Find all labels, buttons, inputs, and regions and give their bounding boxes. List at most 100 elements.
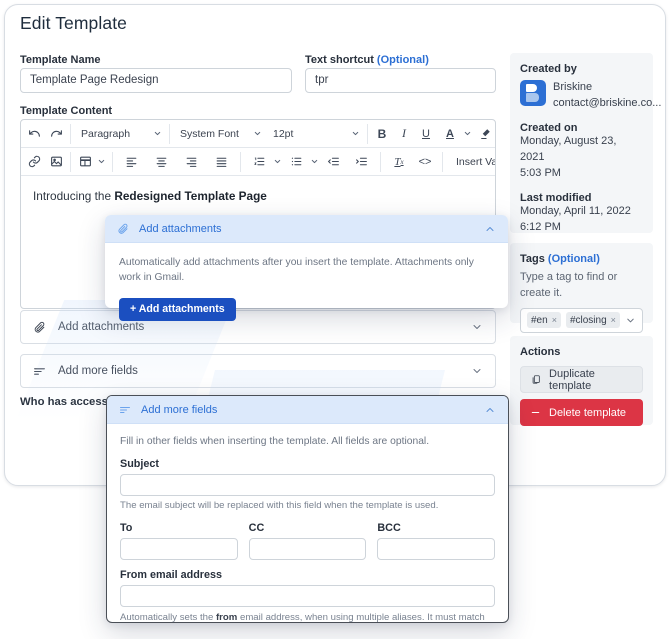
template-name-input[interactable]: Template Page Redesign (20, 68, 292, 93)
bcc-label: BCC (377, 522, 401, 535)
avatar (520, 80, 546, 106)
font-size-value: 12pt (273, 127, 294, 140)
add-attachments-popover-body: Automatically add attachments after you … (105, 243, 508, 335)
tags-label: Tags (Optional) (520, 253, 643, 265)
page-title: Edit Template (20, 13, 128, 33)
cc-input[interactable] (248, 538, 367, 561)
screenshot-root: Edit Template Template Name Template Pag… (0, 0, 670, 639)
from-email-input[interactable] (120, 585, 495, 608)
chevron-down-icon[interactable] (310, 157, 319, 166)
last-modified-label: Last modified (520, 191, 592, 204)
chevron-down-icon[interactable] (471, 365, 483, 377)
clear-format-icon[interactable]: Tx (388, 151, 410, 173)
sidebar-tags-panel: Tags (Optional) Type a tag to find or cr… (510, 243, 653, 333)
chevron-down-icon (154, 131, 161, 136)
who-has-access-label: Who has access: (20, 396, 112, 408)
tag-remove-icon[interactable]: × (552, 315, 557, 325)
redo-icon[interactable] (45, 123, 67, 145)
editor-paragraph: Introducing the Redesigned Template Page (33, 188, 483, 206)
tag-chip[interactable]: #closing × (565, 312, 620, 329)
add-attachments-popover-title: Add attachments (139, 222, 222, 235)
chevron-up-icon[interactable] (484, 223, 496, 235)
unordered-list-icon[interactable] (285, 151, 307, 173)
duplicate-template-button[interactable]: Duplicate template (520, 366, 643, 393)
tag-remove-icon[interactable]: × (611, 315, 616, 325)
editor-text-prefix: Introducing the (33, 189, 115, 203)
chevron-down-icon[interactable] (625, 315, 636, 326)
italic-button[interactable]: I (393, 123, 415, 145)
editor-text-bold: Redesigned Template Page (114, 189, 267, 203)
sidebar-meta-panel: Created by Briskine contact@briskine.co.… (510, 53, 662, 233)
chevron-down-icon (352, 131, 359, 136)
tags-label-text: Tags (520, 253, 545, 265)
to-input[interactable] (120, 538, 238, 561)
editor-toolbar-row-2: Tx <> Insert Variable (21, 148, 495, 176)
font-size-select[interactable]: 12pt (266, 123, 364, 145)
align-right-icon[interactable] (180, 151, 202, 173)
paperclip-icon (117, 223, 129, 235)
from-email-label: From email address (120, 569, 223, 582)
from-hint-part-1: Automatically sets the (120, 612, 216, 623)
minus-icon (531, 411, 540, 414)
chevron-down-icon (254, 131, 261, 136)
delete-template-button[interactable]: Delete template (520, 399, 643, 426)
font-family-select[interactable]: System Font (173, 123, 266, 145)
toolbar-divider (70, 151, 71, 172)
ordered-list-icon[interactable] (248, 151, 270, 173)
accordion-add-more-fields[interactable]: Add more fields (20, 354, 496, 388)
align-center-icon[interactable] (150, 151, 172, 173)
subject-hint: The email subject will be replaced with … (120, 500, 439, 512)
editor-content-area[interactable]: Introducing the Redesigned Template Page (21, 176, 495, 218)
text-color-button[interactable]: A (439, 123, 461, 145)
editor-toolbar-row-1: Paragraph System Font 12pt B I U A (21, 120, 495, 148)
author-row: Briskine contact@briskine.co... (520, 80, 662, 112)
subject-label: Subject (120, 458, 159, 471)
template-content-label: Template Content (20, 105, 113, 117)
link-icon[interactable] (23, 151, 45, 173)
tags-input[interactable]: #en × #closing × (520, 307, 643, 333)
created-on-date: Monday, August 23, 2021 (520, 134, 617, 163)
add-more-fields-popover-header[interactable]: Add more fields (107, 396, 508, 424)
tag-chip[interactable]: #en × (527, 312, 561, 329)
toolbar-divider (367, 123, 368, 144)
chevron-down-icon[interactable] (463, 129, 472, 138)
add-attachments-button[interactable]: + Add attachments (119, 297, 236, 321)
from-email-hint: Automatically sets the from email addres… (120, 611, 495, 623)
add-attachments-popover-header[interactable]: Add attachments (105, 215, 508, 243)
created-on-time: 5:03 PM (520, 166, 561, 179)
toolbar-divider (112, 151, 113, 172)
underline-button[interactable]: U (415, 123, 437, 145)
toolbar-divider (380, 151, 381, 172)
insert-variable-select[interactable]: Insert Variable (449, 151, 495, 173)
author-email: contact@briskine.co... (553, 96, 662, 109)
chevron-down-icon[interactable] (97, 157, 106, 166)
subject-input[interactable] (120, 474, 495, 497)
toolbar-divider (442, 151, 443, 172)
insert-variable-label: Insert Variable (456, 155, 495, 168)
text-shortcut-input[interactable]: tpr (305, 68, 496, 93)
font-family-value: System Font (180, 127, 239, 140)
recipients-row: To CC BCC (120, 522, 496, 561)
undo-icon[interactable] (23, 123, 45, 145)
outdent-icon[interactable] (322, 151, 344, 173)
code-icon[interactable]: <> (414, 151, 436, 173)
indent-icon[interactable] (350, 151, 372, 173)
actions-label: Actions (520, 346, 561, 358)
last-modified-time: 6:12 PM (520, 220, 561, 233)
chevron-up-icon[interactable] (484, 404, 496, 416)
paragraph-style-select[interactable]: Paragraph (74, 123, 166, 145)
toolbar-divider (70, 123, 71, 144)
add-more-fields-popover: Add more fields Fill in other fields whe… (106, 395, 509, 623)
toolbar-divider (169, 123, 170, 144)
align-justify-icon[interactable] (210, 151, 232, 173)
align-left-icon[interactable] (120, 151, 142, 173)
delete-template-label: Delete template (549, 406, 627, 419)
chevron-down-icon[interactable] (273, 157, 282, 166)
highlighter-icon[interactable] (474, 123, 495, 145)
bold-button[interactable]: B (371, 123, 393, 145)
bcc-input[interactable] (377, 538, 496, 561)
table-icon[interactable] (74, 151, 96, 173)
accordion-label: Add more fields (58, 365, 138, 377)
image-icon[interactable] (45, 151, 67, 173)
paragraph-style-value: Paragraph (81, 127, 131, 140)
